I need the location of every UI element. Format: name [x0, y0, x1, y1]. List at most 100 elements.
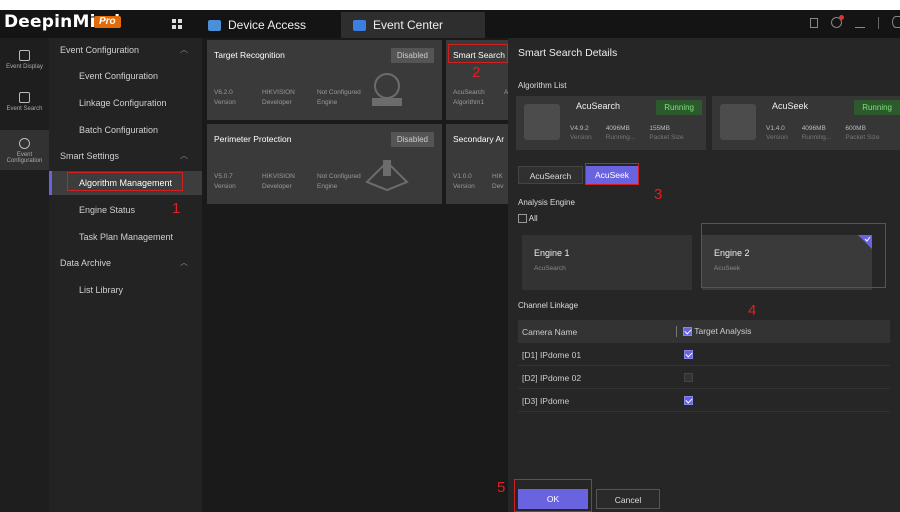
row-checkbox[interactable]	[684, 350, 693, 360]
meta-value: HIKVISION	[262, 89, 295, 96]
engine-algorithm: AcuSearch	[534, 265, 566, 272]
help-icon[interactable]	[892, 16, 900, 28]
card-secondary-analysis[interactable]: Secondary Ar V1.0.0 Version HIK Dev	[446, 124, 516, 204]
gear-icon	[19, 138, 30, 149]
meta-value: HIKVISION	[262, 173, 295, 180]
menu-label: Task Plan Management	[79, 232, 174, 242]
meta-label: Developer	[262, 183, 292, 190]
menu-label: Event Configuration	[79, 71, 159, 81]
tab-event-center[interactable]: Event Center	[341, 12, 485, 38]
menu-item-list-library[interactable]: List Library	[49, 278, 202, 302]
algorithm-cards-area: Target Recognition Disabled V6.2.0 Versio…	[202, 38, 516, 512]
meta-label: Version	[214, 183, 236, 190]
row-checkbox-wrap	[684, 349, 693, 360]
annotation-number: 3	[654, 186, 663, 203]
stat-memory: 4096MB Running...	[802, 125, 832, 141]
algorithm-stats: V4.9.2 Version 4096MB Running... 155MB Pack…	[570, 125, 684, 141]
stat-label: Running...	[801, 134, 832, 141]
left-nav: Event Display Event Search Event Configu…	[0, 38, 49, 512]
top-bar: DeepinMind Pro Device Access Event Cente…	[0, 10, 900, 38]
download-icon[interactable]	[855, 18, 865, 28]
chevron-up-icon: ︿	[180, 151, 188, 160]
stat-version: V1.4.0 Version	[766, 125, 788, 141]
table-row: [D2] IPdome 02	[518, 366, 890, 389]
status-badge: Disabled	[390, 132, 434, 147]
camera-name: [D1] IPdome 01	[522, 350, 582, 360]
annotation-number: 4	[748, 302, 757, 319]
annotation-number: 5	[497, 479, 506, 496]
meta-label: Algorithm1	[453, 99, 485, 106]
meta-label: Version	[214, 99, 236, 106]
menu-group-data-archive[interactable]: Data Archive ︿	[49, 251, 202, 275]
algorithm-card-acusearch[interactable]: AcuSearch Running V4.9.2 Version 4096MB Ru…	[516, 96, 706, 150]
alarm-icon[interactable]	[831, 15, 844, 28]
meta-label: Version	[453, 183, 475, 190]
algo-tab-acusearch[interactable]: AcuSearch	[518, 166, 583, 184]
menu-group-smart-settings[interactable]: Smart Settings ︿	[49, 144, 202, 168]
tab-device-access[interactable]: Device Access	[200, 12, 334, 38]
top-right-icons	[810, 15, 900, 32]
checkbox[interactable]	[518, 214, 527, 224]
engine-name: Engine 1	[534, 248, 570, 258]
face-graphic-icon	[372, 73, 402, 106]
meta-algorithm: AcuSearch Algorithm1	[453, 88, 485, 108]
meta-value: AcuSearch	[453, 89, 485, 96]
algorithm-card-acuseek[interactable]: AcuSeek Running V1.4.0 Version 4096MB Runn…	[712, 96, 900, 150]
menu-item-event-configuration[interactable]: Event Configuration	[49, 64, 202, 88]
card-target-recognition[interactable]: Target Recognition Disabled V6.2.0 Versio…	[207, 40, 442, 120]
meta-value: V5.0.7	[214, 173, 233, 180]
stat-value: 4096MB	[801, 125, 826, 132]
meta-label: Developer	[262, 99, 292, 106]
engine-card-1[interactable]: Engine 1 AcuSearch	[522, 235, 692, 290]
camera-name-header: Camera Name	[522, 327, 578, 337]
menu-label: Batch Configuration	[79, 125, 159, 135]
annotation-number: 1	[172, 200, 181, 217]
stat-memory: 4096MB Running...	[606, 125, 636, 141]
menu-item-batch-configuration[interactable]: Batch Configuration	[49, 118, 202, 142]
meta-engine: Not Configured Engine	[317, 172, 361, 192]
row-checkbox[interactable]	[684, 373, 693, 383]
nav-label: Event Display	[6, 64, 43, 70]
lock-icon[interactable]	[810, 18, 818, 28]
algorithm-list-label: Algorithm List	[518, 81, 567, 90]
card-perimeter-protection[interactable]: Perimeter Protection Disabled V5.0.7 Vers…	[207, 124, 442, 204]
menu-item-linkage-configuration[interactable]: Linkage Configuration	[49, 91, 202, 115]
app-window: DeepinMind Pro Device Access Event Cente…	[0, 10, 900, 512]
all-checkbox[interactable]: All	[518, 214, 538, 224]
device-access-icon	[208, 19, 221, 31]
nav-event-configuration[interactable]: Event Configuration	[0, 130, 49, 170]
cancel-button[interactable]: Cancel	[596, 489, 660, 509]
nav-event-display[interactable]: Event Display	[0, 50, 49, 70]
algorithm-thumbnail-icon	[720, 104, 756, 140]
card-title: Target Recognition	[214, 50, 285, 60]
camera-name: [D3] IPdome	[522, 396, 570, 406]
app-grid-icon[interactable]	[172, 19, 183, 30]
header-checkbox[interactable]	[683, 327, 692, 337]
side-menu: Event Configuration ︿ Event Configuration…	[49, 38, 202, 512]
menu-item-task-plan-management[interactable]: Task Plan Management	[49, 225, 202, 249]
meta-value: Not Configured	[317, 173, 361, 180]
stat-value: V4.9.2	[570, 125, 589, 132]
stat-label: Running...	[605, 134, 636, 141]
algorithm-stats: V1.4.0 Version 4096MB Running... 600MB Pack…	[766, 125, 880, 141]
target-analysis-header: Target Analysis	[676, 326, 751, 338]
meta-developer: HIKVISION Developer	[262, 88, 295, 108]
stat-label: Packet Size	[845, 134, 880, 141]
meta-developer: HIKVISION Developer	[262, 172, 295, 192]
meta-version: V1.0.0 Version	[453, 172, 475, 192]
algorithm-name: AcuSearch	[576, 101, 621, 111]
tab-label: Device Access	[228, 18, 307, 32]
highlight-box-acuseek-tab	[585, 163, 639, 185]
menu-label: Data Archive	[60, 258, 112, 268]
menu-label: Engine Status	[79, 205, 136, 215]
meta-value: Not Configured	[317, 89, 361, 96]
row-checkbox[interactable]	[684, 396, 693, 406]
row-checkbox-wrap	[684, 372, 693, 383]
stat-packet: 155MB Packet Size	[649, 125, 683, 141]
menu-group-event-configuration[interactable]: Event Configuration ︿	[49, 38, 202, 62]
highlight-box-engine-2	[701, 223, 886, 288]
nav-event-search[interactable]: Event Search	[0, 92, 49, 112]
stat-label: Version	[766, 134, 788, 141]
menu-label: List Library	[79, 285, 124, 295]
meta-value: V6.2.0	[214, 89, 233, 96]
